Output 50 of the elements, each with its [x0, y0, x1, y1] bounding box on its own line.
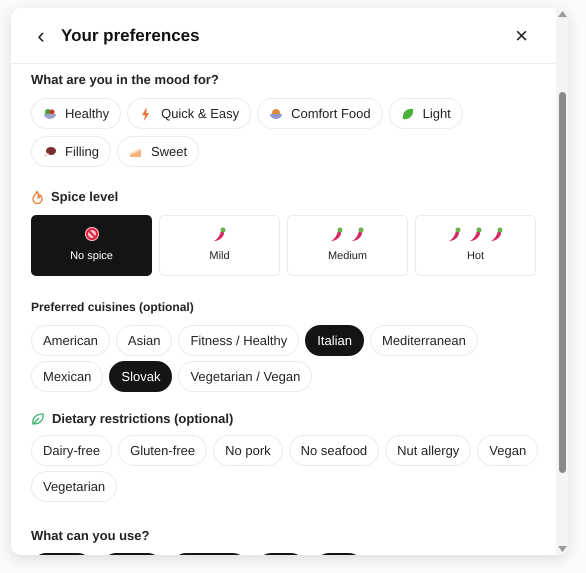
section-title: What are you in the mood for? — [31, 71, 220, 90]
filter-chip[interactable]: No seafood — [288, 435, 380, 466]
lettuce-icon — [400, 106, 415, 120]
scrollbar[interactable] — [556, 8, 568, 555]
leaf-icon — [31, 412, 45, 426]
filter-chip[interactable]: Vegetarian — [31, 471, 118, 502]
filter-chip[interactable]: Vegetarian / Vegan — [178, 361, 312, 392]
scroll-down-icon[interactable] — [558, 546, 566, 552]
filter-chip[interactable]: Healthy — [31, 98, 122, 129]
scrollbar-thumb[interactable] — [558, 92, 566, 473]
filter-chip[interactable]: Sweet — [116, 136, 200, 167]
section-title: Spice level — [51, 188, 118, 206]
spice-option[interactable]: Hot — [415, 215, 536, 276]
chili-icon — [329, 226, 345, 242]
filter-chip[interactable]: Asian — [116, 325, 172, 356]
section-title: What can you use? — [31, 527, 150, 546]
spice-option[interactable]: No spice — [31, 215, 152, 276]
back-button[interactable]: ‹ — [33, 24, 49, 46]
dialog-title: Your preferences — [61, 24, 200, 47]
filter-chip[interactable]: No pork — [213, 435, 283, 466]
filter-chip[interactable]: Mediterranean — [370, 325, 478, 356]
filter-chip[interactable]: Quick & Easy — [127, 98, 252, 129]
chili-icon — [468, 226, 484, 242]
chili-icon — [488, 226, 504, 242]
filter-chip[interactable]: Nut allergy — [385, 435, 472, 466]
flame-icon — [31, 190, 44, 204]
filter-chip[interactable]: Vegan — [477, 435, 538, 466]
filter-chip[interactable]: Slovak — [109, 361, 172, 392]
filter-chip[interactable]: Gluten-free — [118, 435, 208, 466]
filter-chip[interactable]: Light — [388, 98, 463, 129]
spice-option[interactable]: Mild — [159, 215, 280, 276]
filter-chip[interactable]: American — [31, 325, 110, 356]
section-title: Dietary restrictions (optional) — [52, 410, 234, 428]
chili-icon — [350, 226, 366, 242]
filter-chip[interactable]: Fitness / Healthy — [178, 325, 300, 356]
salad-bowl-icon — [43, 106, 57, 120]
stew-bowl-icon — [269, 106, 284, 120]
filter-chip[interactable]: Comfort Food — [257, 98, 383, 129]
no-entry-icon — [84, 226, 100, 242]
filter-chip[interactable]: Italian — [305, 325, 364, 356]
chili-icon — [212, 226, 228, 242]
filter-chip[interactable]: Filling — [31, 136, 111, 167]
filter-chip[interactable]: Dairy-free — [31, 435, 112, 466]
drumstick-icon — [43, 144, 57, 158]
scroll-up-icon[interactable] — [558, 11, 566, 17]
chili-icon — [446, 226, 462, 242]
spice-option[interactable]: Medium — [287, 215, 408, 276]
section-title: Preferred cuisines (optional) — [31, 299, 195, 316]
filter-chip[interactable]: Mexican — [31, 361, 104, 392]
close-button[interactable]: × — [515, 24, 528, 46]
